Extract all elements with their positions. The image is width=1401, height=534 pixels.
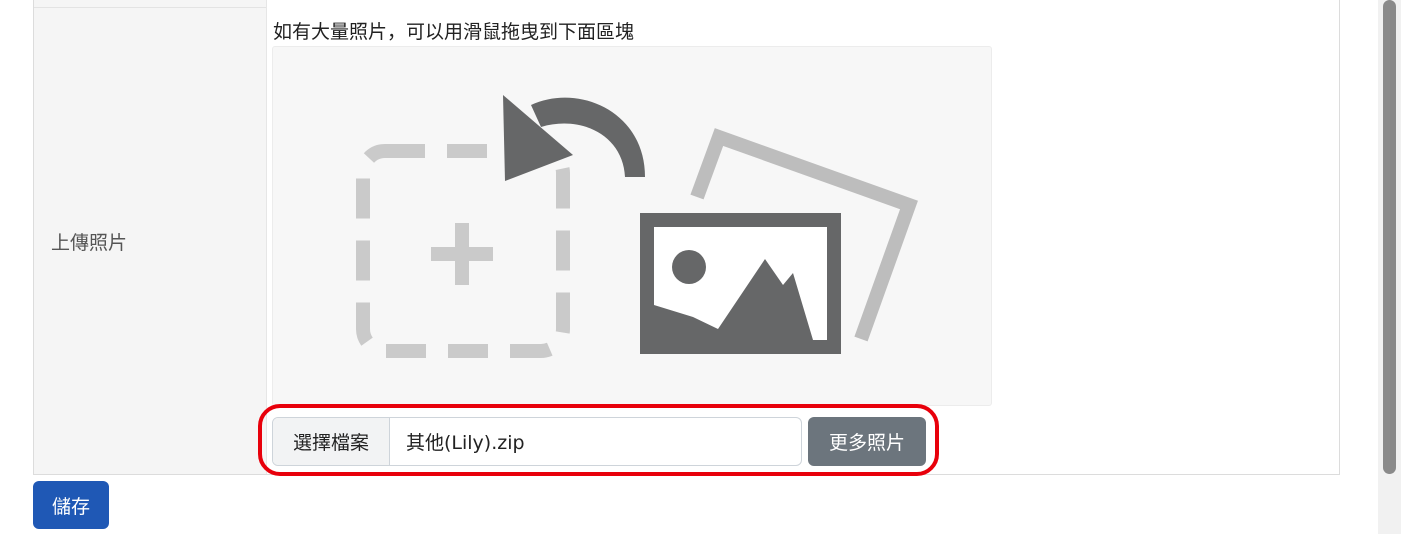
- label-column: 上傳照片: [34, 0, 267, 474]
- choose-file-button[interactable]: 選擇檔案: [273, 418, 390, 465]
- selected-file-name: 其他(Lily).zip: [406, 432, 525, 454]
- save-button[interactable]: 儲存: [33, 481, 109, 529]
- more-photos-button[interactable]: 更多照片: [808, 417, 926, 466]
- row-divider: [34, 7, 266, 8]
- upload-photos-label: 上傳照片: [51, 232, 128, 254]
- dashed-add-frame-icon: [356, 144, 570, 358]
- scrollbar-thumb[interactable]: [1383, 0, 1396, 474]
- arrow-curve-icon: [503, 95, 645, 181]
- drag-drop-hint: 如有大量照片，可以用滑鼠拖曳到下面區塊: [273, 21, 635, 43]
- photo-stack-icon: [640, 128, 918, 354]
- photo-dropzone[interactable]: [272, 46, 992, 406]
- file-input[interactable]: 選擇檔案 其他(Lily).zip: [272, 417, 802, 466]
